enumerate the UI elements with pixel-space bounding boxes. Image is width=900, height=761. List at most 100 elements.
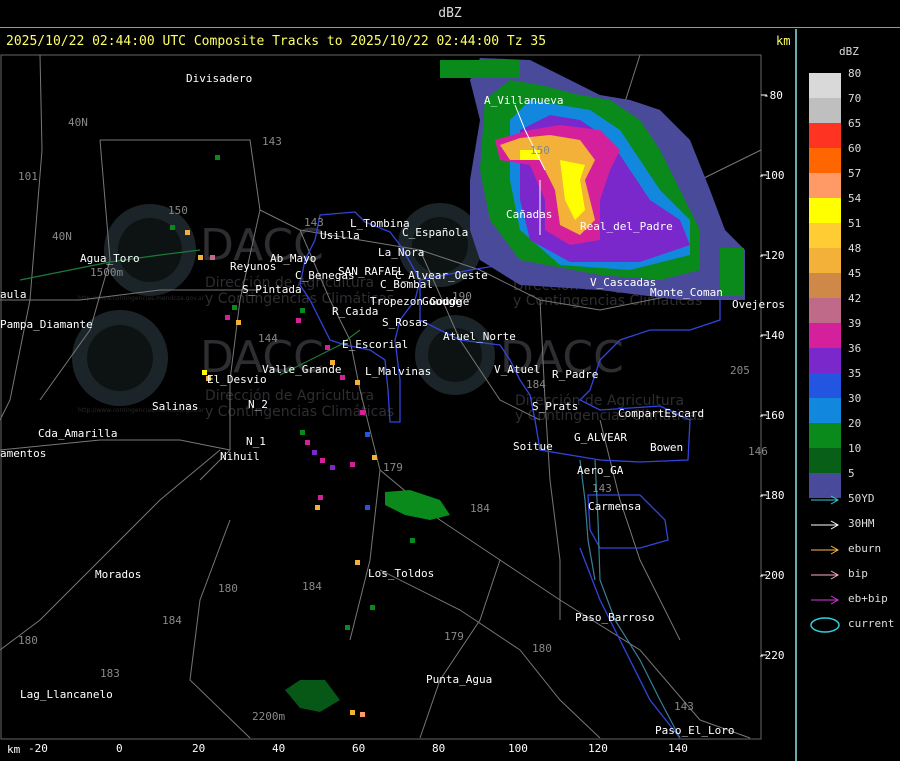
y-tick-label: -180 (758, 489, 785, 502)
legend-track-label: 30HM (848, 517, 875, 530)
route-number: 143 (674, 700, 694, 713)
x-tick-label: 100 (508, 742, 528, 755)
y-tick-label: -160 (758, 409, 785, 422)
place-label: C_Española (402, 226, 468, 239)
place-label: E_Escorial (342, 338, 408, 351)
place-label: G_ALVEAR (574, 431, 627, 444)
place-label: Usilla (320, 229, 360, 242)
km-unit-bottom: km (7, 743, 21, 756)
legend-swatch (809, 423, 841, 448)
legend-track-row: bip (809, 567, 899, 581)
legend-track-row: current (809, 617, 899, 633)
legend-swatch-label: 57 (848, 167, 862, 180)
x-tick-label: 60 (352, 742, 365, 755)
place-label: V_Cascadas (590, 276, 656, 289)
place-label: Divisadero (186, 72, 252, 85)
route-number: 184 (302, 580, 322, 593)
place-label: S_Rosas (382, 316, 428, 329)
legend-track-row: 30HM (809, 517, 899, 531)
legend-swatch-label: 65 (848, 117, 862, 130)
route-number: 184 (162, 614, 182, 627)
track-arrow-icon (811, 570, 840, 580)
place-label: Paso_El_Loro (655, 724, 734, 737)
route-number: 180 (218, 582, 238, 595)
y-tick-label: -200 (758, 569, 785, 582)
place-label: Ovejeros (732, 298, 785, 311)
legend-swatch-label: 48 (848, 242, 862, 255)
place-label: Monte_Coman (650, 286, 723, 299)
place-label: Soitue (513, 440, 553, 453)
y-tick-label: -220 (758, 649, 785, 662)
route-number: 101 (18, 170, 38, 183)
place-label: N_1 (246, 435, 266, 448)
route-number: 143 (262, 135, 282, 148)
x-tick-label: 20 (192, 742, 205, 755)
legend-swatch (809, 123, 841, 148)
place-label: R_Padre (552, 368, 598, 381)
legend-swatch-label: 30 (848, 392, 862, 405)
km-unit-top: km (776, 34, 791, 48)
legend-swatch (809, 148, 841, 173)
route-number: 183 (100, 667, 120, 680)
place-label: aula (0, 288, 27, 301)
place-label: Los_Toldos (368, 567, 434, 580)
x-tick-label: 120 (588, 742, 608, 755)
place-label: Real_del_Padre (580, 220, 673, 233)
legend-swatch-label: 51 (848, 217, 862, 230)
legend-swatch (809, 273, 841, 298)
place-label: V_Atuel (494, 363, 540, 376)
route-number: 179 (383, 461, 403, 474)
route-number: 146 (748, 445, 768, 458)
route-number: 180 (18, 634, 38, 647)
x-axis: km -20 0 20 40 60 80 100 120 140 (7, 742, 688, 756)
place-label: Carmensa (588, 500, 641, 513)
place-label: Atuel_Norte (443, 330, 516, 343)
legend-swatch (809, 323, 841, 348)
place-label: CompartEscard (618, 407, 704, 420)
legend-swatch (809, 398, 841, 423)
track-arrow-icon (811, 520, 840, 530)
legend-swatch-label: 5 (848, 467, 855, 480)
place-label: La_Nora (378, 246, 424, 259)
legend-track-label: 50YD (848, 492, 875, 505)
y-tick-label: -120 (758, 249, 785, 262)
y-tick-label: -100 (758, 169, 785, 182)
legend-swatch (809, 248, 841, 273)
track-arrow-icon (811, 545, 840, 555)
legend-swatch (809, 373, 841, 398)
route-number: 190 (452, 290, 472, 303)
x-tick-label: 140 (668, 742, 688, 755)
y-tick-label: -80 (763, 89, 783, 102)
place-label: Bowen (650, 441, 683, 454)
route-number: 144 (258, 332, 278, 345)
current-cell-icon (810, 617, 840, 633)
place-label: Aero_GA (577, 464, 624, 477)
place-label: N_2 (248, 398, 268, 411)
legend-swatch-label: 60 (848, 142, 862, 155)
radar-map[interactable]: DACC Dirección de Agricultura y Continge… (0, 29, 797, 761)
place-label: Valle_Grande (262, 363, 341, 376)
legend-swatch (809, 448, 841, 473)
x-tick-label: 40 (272, 742, 285, 755)
legend-track-row: 50YD (809, 492, 899, 506)
map-title: 2025/10/22 02:44:00 UTC Composite Tracks… (6, 34, 547, 49)
route-number: 143 (592, 482, 612, 495)
legend-swatch (809, 73, 841, 98)
window-header: dBZ (0, 0, 900, 28)
place-label: A_Villanueva (484, 94, 563, 107)
legend-swatch-label: 70 (848, 92, 862, 105)
route-number: 40N (68, 116, 88, 129)
place-label: El_Desvio (207, 373, 267, 386)
legend-swatch-label: 45 (848, 267, 862, 280)
legend-swatch (809, 223, 841, 248)
route-number: 184 (526, 378, 546, 391)
legend-swatch-label: 80 (848, 67, 862, 80)
header-title: dBZ (438, 6, 462, 21)
place-label: Nihuil (220, 450, 260, 463)
legend-swatch (809, 173, 841, 198)
route-number: 150 (168, 204, 188, 217)
legend-swatch-label: 39 (848, 317, 862, 330)
track-arrow-icon (811, 595, 840, 605)
legend-track-row: eb+bip (809, 592, 899, 606)
echo-green-south (285, 680, 340, 712)
